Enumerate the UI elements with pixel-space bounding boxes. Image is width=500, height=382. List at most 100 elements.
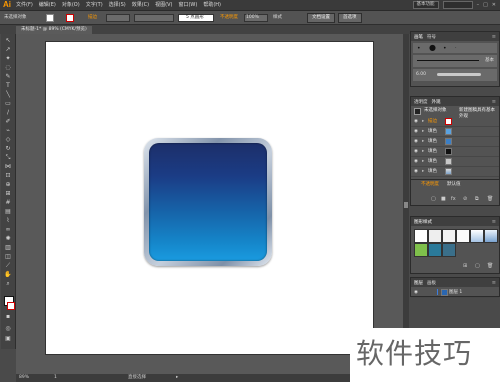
blend-tool-icon[interactable]: ∞ bbox=[4, 227, 12, 233]
free-transform-tool-icon[interactable]: ⊡ bbox=[4, 173, 12, 179]
status-arrow-icon[interactable]: ▸ bbox=[176, 374, 178, 382]
artboard-tool-icon[interactable]: ◫ bbox=[4, 254, 12, 260]
fill-thumb[interactable] bbox=[445, 158, 452, 165]
graphic-style-swatch[interactable] bbox=[484, 229, 498, 243]
hand-tool-icon[interactable]: ✋ bbox=[4, 272, 12, 278]
maximize-icon[interactable]: □ bbox=[483, 2, 488, 8]
clear-appearance-icon[interactable]: ⊘ bbox=[463, 196, 467, 202]
stroke-weight-field[interactable] bbox=[106, 14, 130, 22]
column-graph-tool-icon[interactable]: ▥ bbox=[4, 245, 12, 251]
width-tool-icon[interactable]: ⋈ bbox=[4, 164, 12, 170]
brush-dot-large-icon[interactable]: ● bbox=[429, 43, 436, 52]
menu-type[interactable]: 文字(T) bbox=[86, 1, 103, 9]
close-icon[interactable]: ✕ bbox=[492, 2, 496, 8]
draw-mode-icon[interactable]: ◎ bbox=[4, 326, 12, 332]
tab-transparency[interactable]: 透明度 bbox=[414, 99, 428, 105]
panel-menu-icon[interactable]: ≡ bbox=[492, 34, 496, 40]
layer-name[interactable]: 图层 1 bbox=[449, 289, 462, 296]
tab-brushes[interactable]: 画笔 bbox=[414, 34, 423, 40]
brush-dot-medium-icon[interactable]: • bbox=[443, 45, 447, 52]
fill-thumb[interactable] bbox=[445, 148, 452, 155]
zoom-level[interactable]: 89% bbox=[19, 374, 29, 382]
lasso-tool-icon[interactable]: ◌ bbox=[4, 65, 12, 71]
expand-arrow-icon[interactable]: ▸ bbox=[422, 148, 424, 155]
appearance-row-fill[interactable]: ◉ ▸ 填色 bbox=[411, 147, 499, 157]
expand-arrow-icon[interactable]: ▸ bbox=[422, 138, 424, 145]
panel-menu-icon[interactable]: ≡ bbox=[492, 280, 496, 286]
tab-artboards[interactable]: 画板 bbox=[427, 280, 436, 286]
graphic-style-swatch[interactable] bbox=[414, 243, 428, 257]
appearance-row-stroke[interactable]: ◉ ▸ 描边 bbox=[411, 117, 499, 127]
expand-arrow-icon[interactable]: ▸ bbox=[422, 128, 424, 135]
brush-dot-tiny-icon[interactable]: · bbox=[455, 45, 457, 51]
variable-width-field[interactable] bbox=[134, 14, 174, 22]
mesh-tool-icon[interactable]: # bbox=[4, 200, 12, 206]
panel-menu-icon[interactable]: ≡ bbox=[492, 99, 496, 105]
artboard[interactable] bbox=[46, 42, 373, 354]
tab-appearance[interactable]: 外观 bbox=[432, 99, 441, 105]
calligraphic-brush-row[interactable]: 6.00 bbox=[413, 69, 497, 81]
gradient-tool-icon[interactable]: ▤ bbox=[4, 209, 12, 215]
scale-tool-icon[interactable]: ⤡ bbox=[4, 155, 12, 161]
direct-selection-tool-icon[interactable]: ↗ bbox=[4, 47, 12, 53]
panel-menu-icon[interactable]: ≡ bbox=[492, 219, 496, 225]
shape-builder-tool-icon[interactable]: ⊕ bbox=[4, 182, 12, 188]
menu-effect[interactable]: 效果(C) bbox=[132, 1, 149, 9]
stroke-color-icon[interactable] bbox=[7, 302, 15, 310]
add-new-effect-icon[interactable]: fx bbox=[451, 196, 456, 202]
graphic-style-swatch[interactable] bbox=[470, 229, 484, 243]
graphic-style-swatch[interactable] bbox=[456, 229, 470, 243]
scrollbar-thumb[interactable] bbox=[404, 202, 408, 208]
add-new-fill-icon[interactable]: ■ bbox=[441, 196, 446, 202]
paintbrush-tool-icon[interactable]: ∕ bbox=[4, 110, 12, 116]
minimize-icon[interactable]: – bbox=[477, 2, 480, 8]
line-tool-icon[interactable]: ╲ bbox=[4, 92, 12, 98]
visibility-eye-icon[interactable]: ◉ bbox=[414, 289, 418, 296]
graphic-style-swatch[interactable] bbox=[428, 243, 442, 257]
symbol-sprayer-tool-icon[interactable]: ✺ bbox=[4, 236, 12, 242]
slice-tool-icon[interactable]: ⟋ bbox=[4, 263, 12, 269]
basic-brush-row[interactable]: 基本 bbox=[413, 55, 497, 67]
current-tool-status[interactable]: 直接选择 bbox=[128, 374, 146, 382]
graphic-style-swatch[interactable] bbox=[428, 229, 442, 243]
style-library-icon[interactable]: ⊞ bbox=[463, 263, 467, 269]
workspace-switcher[interactable]: 基本功能 bbox=[412, 1, 439, 9]
visibility-eye-icon[interactable]: ◉ bbox=[414, 128, 418, 135]
graphic-style-swatch[interactable] bbox=[442, 229, 456, 243]
menu-edit[interactable]: 编辑(E) bbox=[39, 1, 56, 9]
pencil-tool-icon[interactable]: ✐ bbox=[4, 119, 12, 125]
graphic-style-default[interactable] bbox=[414, 229, 428, 243]
fill-thumb[interactable] bbox=[445, 138, 452, 145]
graphic-style-swatch[interactable] bbox=[442, 243, 456, 257]
visibility-eye-icon[interactable]: ◉ bbox=[414, 158, 418, 165]
canvas-area[interactable] bbox=[16, 34, 403, 374]
stroke-thumb[interactable] bbox=[445, 118, 452, 125]
appearance-row-fill[interactable]: ◉ ▸ 填色 bbox=[411, 157, 499, 167]
tab-graphic-styles[interactable]: 图形样式 bbox=[414, 219, 432, 225]
menu-file[interactable]: 文件(F) bbox=[16, 1, 33, 9]
eraser-tool-icon[interactable]: ◇ bbox=[4, 137, 12, 143]
pen-tool-icon[interactable]: ✎ bbox=[4, 74, 12, 80]
rotate-tool-icon[interactable]: ↻ bbox=[4, 146, 12, 152]
menu-view[interactable]: 视图(V) bbox=[155, 1, 172, 9]
expand-arrow-icon[interactable]: ▸ bbox=[422, 158, 424, 165]
perspective-grid-tool-icon[interactable]: ⊞ bbox=[4, 191, 12, 197]
appearance-row-fill[interactable]: ◉ ▸ 填色 bbox=[411, 127, 499, 137]
magic-wand-tool-icon[interactable]: ✦ bbox=[4, 56, 12, 62]
search-input[interactable] bbox=[442, 1, 473, 9]
expand-arrow-icon[interactable]: ▸ bbox=[422, 168, 424, 175]
selection-tool-icon[interactable]: ↖ bbox=[4, 38, 12, 44]
fill-thumb[interactable] bbox=[445, 128, 452, 135]
layer-row[interactable]: ◉ 图层 1 bbox=[411, 288, 499, 298]
menu-object[interactable]: 对象(O) bbox=[62, 1, 80, 9]
fill-thumb[interactable] bbox=[445, 168, 452, 175]
opacity-label[interactable]: 不透明度 bbox=[220, 14, 238, 21]
rounded-square-button-graphic[interactable] bbox=[144, 138, 272, 266]
menu-window[interactable]: 窗口(W) bbox=[178, 1, 197, 9]
stroke-label[interactable]: 描边 bbox=[88, 14, 97, 21]
document-setup-button[interactable]: 文档设置 bbox=[307, 13, 335, 23]
zoom-tool-icon[interactable]: ⌕ bbox=[4, 281, 12, 287]
opacity-row-label[interactable]: 不透明度 bbox=[421, 181, 439, 188]
tab-symbols[interactable]: 符号 bbox=[427, 34, 436, 40]
appearance-row-fill[interactable]: ◉ ▸ 填色 bbox=[411, 137, 499, 147]
